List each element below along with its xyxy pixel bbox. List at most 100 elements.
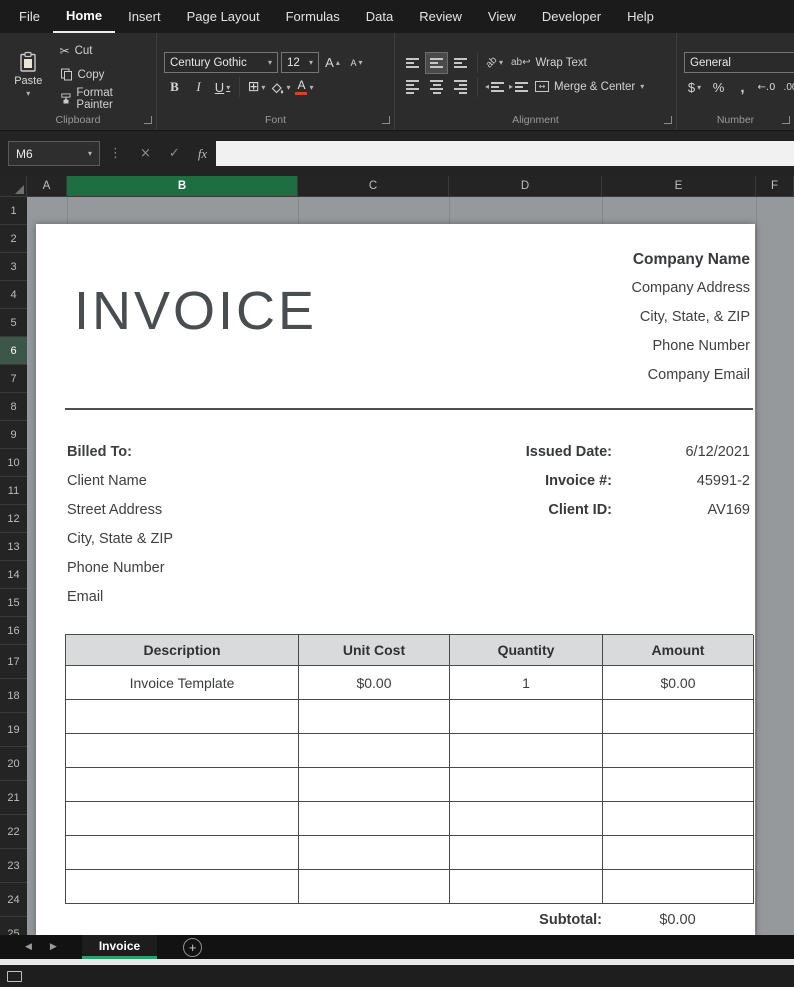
name-box[interactable]: M6 ▾ <box>8 141 100 166</box>
align-center-button[interactable] <box>426 77 447 97</box>
table-cell[interactable] <box>66 734 299 768</box>
comma-style-button[interactable]: , <box>732 77 753 97</box>
italic-button[interactable]: I <box>188 77 209 97</box>
row-header[interactable]: 14 <box>0 561 27 589</box>
prev-sheet-icon[interactable]: ◀ <box>16 942 41 952</box>
cancel-icon[interactable]: × <box>131 146 160 161</box>
status-icon[interactable] <box>7 971 22 982</box>
wrap-text-button[interactable]: ab↩ Wrap Text <box>508 53 590 73</box>
table-cell[interactable] <box>603 700 754 734</box>
font-color-button[interactable]: A ▾ <box>294 77 315 97</box>
table-cell[interactable] <box>603 836 754 870</box>
table-cell[interactable] <box>450 734 603 768</box>
table-cell[interactable] <box>299 802 450 836</box>
column-header-f[interactable]: F <box>756 176 794 196</box>
table-cell[interactable] <box>450 768 603 802</box>
table-cell[interactable] <box>603 734 754 768</box>
table-cell[interactable]: Invoice Template <box>66 666 299 700</box>
align-middle-button[interactable] <box>426 53 447 73</box>
table-cell[interactable] <box>299 836 450 870</box>
align-left-button[interactable] <box>402 77 423 97</box>
invoice-page[interactable]: INVOICE Company Name Company Address Cit… <box>36 224 755 935</box>
table-cell[interactable] <box>66 836 299 870</box>
table-header-amount[interactable]: Amount <box>603 635 754 666</box>
formula-input[interactable] <box>216 141 794 166</box>
row-header[interactable]: 16 <box>0 617 27 645</box>
cut-button[interactable]: ✂ Cut <box>57 41 149 61</box>
menu-tab-view[interactable]: View <box>475 0 529 33</box>
row-header-selected[interactable]: 6 <box>0 337 27 365</box>
menu-tab-review[interactable]: Review <box>406 0 475 33</box>
row-header[interactable]: 13 <box>0 533 27 561</box>
row-header[interactable]: 24 <box>0 883 27 917</box>
menu-tab-home[interactable]: Home <box>53 0 115 33</box>
borders-button[interactable]: ⊞▾ <box>246 77 267 97</box>
table-cell[interactable] <box>299 870 450 904</box>
table-cell[interactable] <box>66 700 299 734</box>
align-bottom-button[interactable] <box>450 53 471 73</box>
row-header[interactable]: 2 <box>0 225 27 253</box>
menu-tab-formulas[interactable]: Formulas <box>273 0 353 33</box>
row-header[interactable]: 7 <box>0 365 27 393</box>
select-all-corner[interactable] <box>0 176 27 196</box>
row-header[interactable]: 1 <box>0 197 27 225</box>
menu-tab-developer[interactable]: Developer <box>529 0 614 33</box>
row-header[interactable]: 23 <box>0 849 27 883</box>
table-cell[interactable] <box>450 836 603 870</box>
copy-button[interactable]: Copy <box>57 65 149 85</box>
menu-tab-page-layout[interactable]: Page Layout <box>174 0 273 33</box>
table-cell[interactable] <box>603 802 754 836</box>
row-header[interactable]: 25 <box>0 917 27 935</box>
table-cell[interactable] <box>603 870 754 904</box>
table-header-quantity[interactable]: Quantity <box>450 635 603 666</box>
orientation-button[interactable]: ab▾ <box>484 53 505 73</box>
font-name-combo[interactable]: Century Gothic ▾ <box>164 52 278 73</box>
row-header[interactable]: 18 <box>0 679 27 713</box>
accounting-format-button[interactable]: $▾ <box>684 77 705 97</box>
row-header[interactable]: 4 <box>0 281 27 309</box>
row-header[interactable]: 20 <box>0 747 27 781</box>
row-header[interactable]: 10 <box>0 449 27 477</box>
enter-icon[interactable]: ✓ <box>160 146 189 161</box>
table-cell[interactable] <box>603 768 754 802</box>
table-cell[interactable]: 1 <box>450 666 603 700</box>
table-cell[interactable] <box>66 768 299 802</box>
decrease-decimal-button[interactable]: .00 <box>780 77 794 97</box>
row-header[interactable]: 3 <box>0 253 27 281</box>
column-header-e[interactable]: E <box>602 176 756 196</box>
column-header-b[interactable]: B <box>67 176 298 196</box>
next-sheet-icon[interactable]: ▶ <box>41 942 66 952</box>
table-cell[interactable]: $0.00 <box>299 666 450 700</box>
menu-tab-data[interactable]: Data <box>353 0 406 33</box>
font-dialog-launcher[interactable] <box>382 116 390 124</box>
menu-tab-insert[interactable]: Insert <box>115 0 174 33</box>
align-top-button[interactable] <box>402 53 423 73</box>
column-header-d[interactable]: D <box>449 176 602 196</box>
table-cell[interactable]: $0.00 <box>603 666 754 700</box>
page-layout-canvas[interactable]: INVOICE Company Name Company Address Cit… <box>27 197 794 935</box>
format-painter-button[interactable]: Format Painter <box>57 89 149 109</box>
insert-function-icon[interactable]: fx <box>189 146 216 162</box>
row-header[interactable]: 9 <box>0 421 27 449</box>
table-cell[interactable] <box>450 700 603 734</box>
table-cell[interactable] <box>299 768 450 802</box>
menu-tab-file[interactable]: File <box>6 0 53 33</box>
table-cell[interactable] <box>299 734 450 768</box>
sheet-tab-invoice[interactable]: Invoice <box>82 935 157 959</box>
row-header[interactable]: 5 <box>0 309 27 337</box>
paste-button[interactable]: Paste ▾ <box>7 38 50 111</box>
add-sheet-button[interactable]: + <box>183 938 202 957</box>
column-header-c[interactable]: C <box>298 176 449 196</box>
row-header[interactable]: 21 <box>0 781 27 815</box>
number-dialog-launcher[interactable] <box>782 116 790 124</box>
row-header[interactable]: 19 <box>0 713 27 747</box>
table-cell[interactable] <box>450 802 603 836</box>
column-header-a[interactable]: A <box>27 176 67 196</box>
align-right-button[interactable] <box>450 77 471 97</box>
font-size-combo[interactable]: 12 ▾ <box>281 52 319 73</box>
alignment-dialog-launcher[interactable] <box>664 116 672 124</box>
merge-center-button[interactable]: ↔ Merge & Center ▾ <box>532 77 647 97</box>
clipboard-dialog-launcher[interactable] <box>144 116 152 124</box>
table-cell[interactable] <box>66 870 299 904</box>
row-header[interactable]: 11 <box>0 477 27 505</box>
